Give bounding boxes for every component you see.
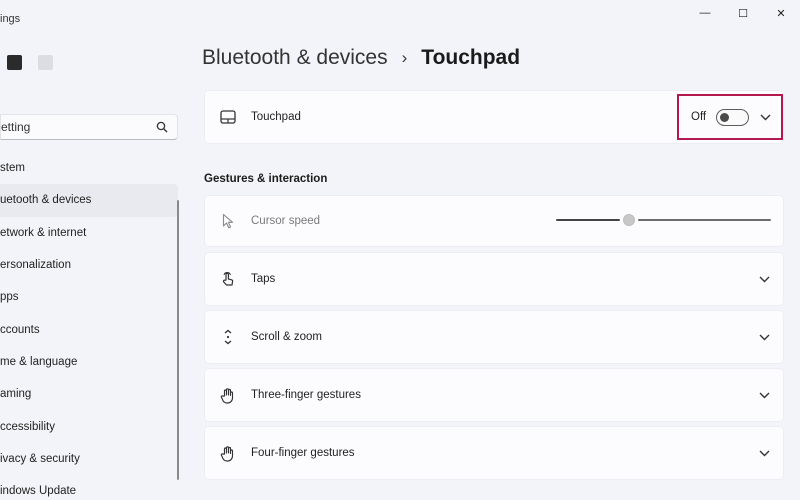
taps-label: Taps (251, 273, 276, 285)
sidebar-item-label: me & language (0, 355, 78, 368)
sidebar-item-bluetooth-devices[interactable]: uetooth & devices (0, 184, 178, 217)
sidebar-item-accessibility[interactable]: ccessibility (0, 410, 178, 442)
sidebar-item-label: etwork & internet (0, 226, 87, 239)
sidebar-item-label: stem (0, 162, 25, 175)
taps-setting-card[interactable]: Taps (204, 252, 784, 306)
chevron-down-icon[interactable] (757, 272, 771, 286)
sidebar-item-gaming[interactable]: aming (0, 378, 178, 410)
four-finger-gestures-label: Four-finger gestures (251, 447, 355, 459)
close-button[interactable]: ✕ (762, 0, 800, 26)
sidebar-scrollbar[interactable] (177, 200, 179, 480)
chevron-down-icon[interactable] (757, 446, 771, 460)
window-title: ings (0, 13, 21, 25)
section-heading: Gestures & interaction (204, 173, 328, 185)
window-controls: — ☐ ✕ (686, 0, 800, 26)
sidebar-item-label: pps (0, 291, 19, 304)
sidebar-item-label: uetooth & devices (0, 194, 92, 207)
sidebar-item-apps[interactable]: pps (0, 281, 178, 313)
four-finger-gestures-card[interactable]: Four-finger gestures (204, 426, 784, 480)
page-title: Touchpad (421, 46, 521, 69)
sidebar-item-accounts[interactable]: ccounts (0, 313, 178, 345)
slider-fill (556, 219, 620, 221)
cursor-speed-label: Cursor speed (251, 215, 321, 227)
three-finger-gestures-label: Three-finger gestures (251, 389, 361, 401)
breadcrumb-separator: › (401, 48, 408, 67)
hand-icon (219, 444, 237, 462)
sidebar-nav: stem uetooth & devices etwork & internet… (0, 152, 178, 500)
hand-icon (219, 386, 237, 404)
sidebar-item-label: aming (0, 388, 32, 401)
search-icon[interactable] (155, 120, 169, 134)
sidebar-item-network-internet[interactable]: etwork & internet (0, 217, 178, 249)
breadcrumb-parent[interactable]: Bluetooth & devices (202, 46, 388, 70)
three-finger-gestures-card[interactable]: Three-finger gestures (204, 368, 784, 422)
slider-track (638, 219, 771, 221)
cursor-speed-slider[interactable] (556, 214, 771, 226)
scroll-zoom-label: Scroll & zoom (251, 331, 322, 343)
search-box[interactable] (0, 114, 178, 140)
scroll-zoom-setting-card[interactable]: Scroll & zoom (204, 310, 784, 364)
sidebar-item-windows-update[interactable]: indows Update (0, 475, 178, 500)
tap-icon (219, 270, 237, 288)
sidebar-item-label: ersonalization (0, 259, 71, 272)
account-placeholder (38, 55, 53, 70)
sidebar-item-system[interactable]: stem (0, 152, 178, 184)
sidebar-item-label: ivacy & security (0, 452, 80, 465)
chevron-down-icon[interactable] (757, 330, 771, 344)
touchpad-toggle[interactable] (716, 109, 749, 126)
cursor-icon (219, 212, 237, 230)
avatar[interactable] (7, 55, 22, 70)
sidebar-item-label: ccessibility (0, 420, 55, 433)
sidebar-item-time-language[interactable]: me & language (0, 346, 178, 378)
toggle-knob (720, 112, 729, 122)
sidebar-item-personalization[interactable]: ersonalization (0, 249, 178, 281)
search-input[interactable] (1, 120, 151, 134)
slider-thumb[interactable] (623, 214, 635, 226)
toggle-state-label: Off (691, 111, 707, 123)
minimize-button[interactable]: — (686, 0, 724, 26)
chevron-down-icon[interactable] (757, 388, 771, 402)
touchpad-icon (219, 108, 237, 126)
maximize-button[interactable]: ☐ (724, 0, 762, 26)
chevron-down-icon[interactable] (758, 110, 772, 124)
breadcrumb: Bluetooth & devices › Touchpad (202, 46, 520, 70)
sidebar-item-privacy-security[interactable]: ivacy & security (0, 443, 178, 475)
touchpad-label: Touchpad (251, 111, 301, 123)
sidebar-item-label: indows Update (0, 485, 77, 498)
scroll-icon (219, 328, 237, 346)
sidebar-item-label: ccounts (0, 323, 40, 336)
